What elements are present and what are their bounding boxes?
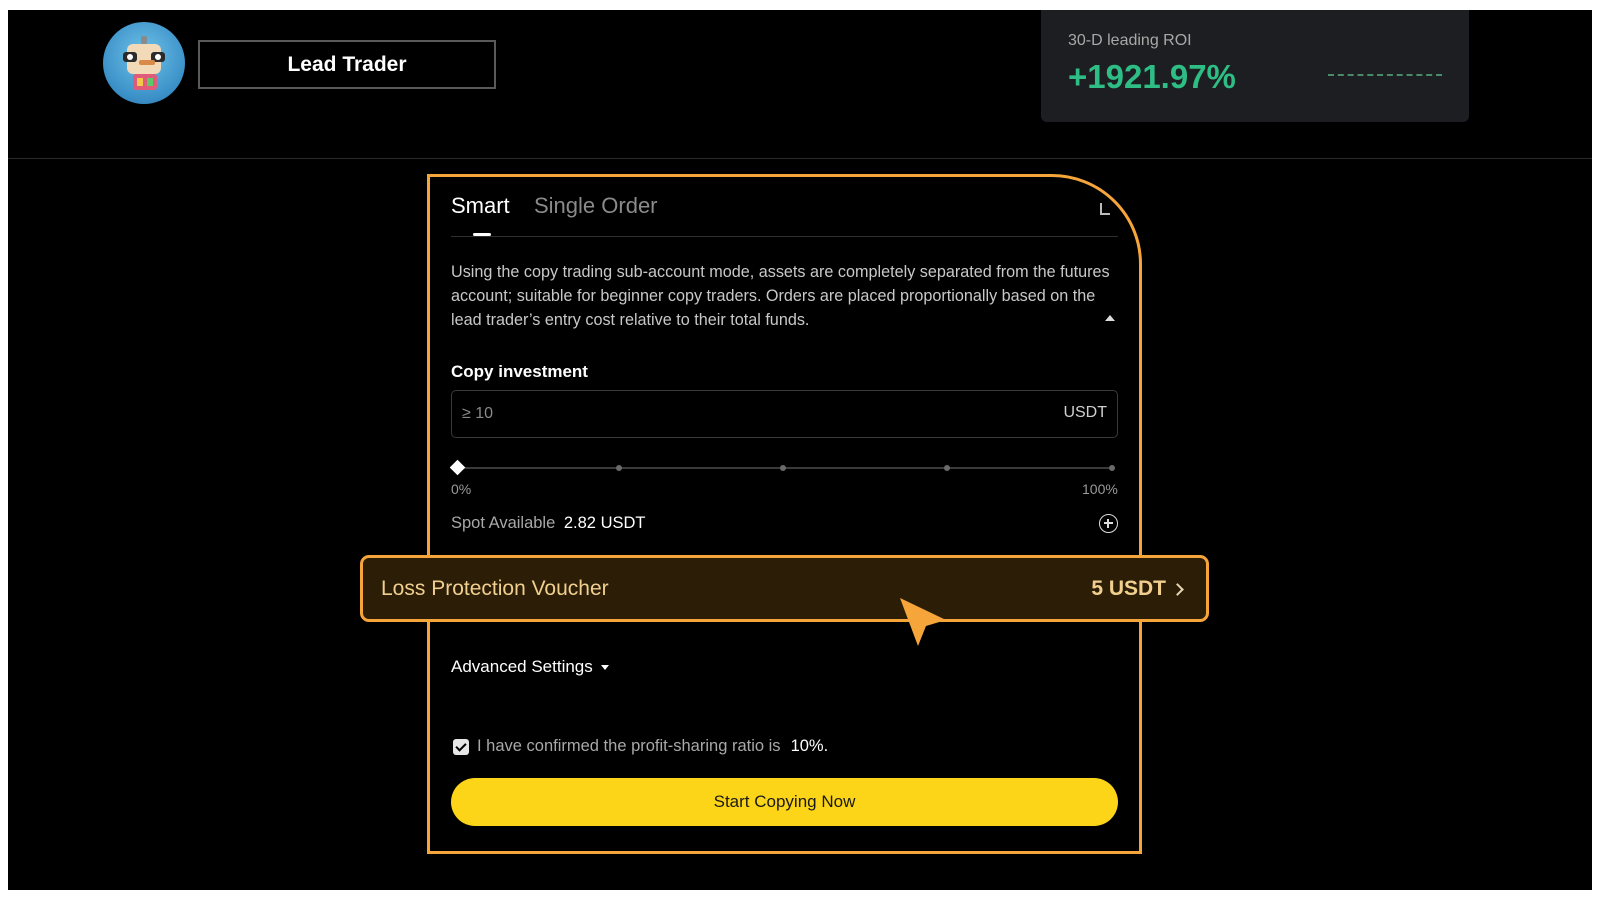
slider-step-25[interactable]	[616, 465, 622, 471]
trader-header: Lead Trader 30-D leading ROI +1921.97%	[8, 10, 1592, 160]
copy-investment-field: USDT	[451, 390, 1118, 438]
investment-slider[interactable]	[449, 458, 1118, 478]
advanced-settings-label: Advanced Settings	[451, 657, 593, 676]
spot-available-label: Spot Available	[451, 514, 556, 532]
roi-label: 30-D leading ROI	[1068, 32, 1192, 49]
caret-down-icon	[600, 665, 609, 671]
slider-step-75[interactable]	[944, 465, 950, 471]
chevron-right-icon	[1171, 583, 1184, 596]
app-frame: Lead Trader 30-D leading ROI +1921.97% S…	[8, 10, 1592, 890]
tab-smart[interactable]: Smart	[451, 193, 510, 219]
slider-step-100[interactable]	[1109, 465, 1115, 471]
profit-sharing-confirm-row: I have confirmed the profit-sharing rati…	[453, 737, 828, 756]
plus-circle-icon[interactable]	[1099, 514, 1118, 533]
loss-protection-voucher[interactable]: Loss Protection Voucher 5 USDT	[360, 555, 1209, 622]
trader-avatar[interactable]	[103, 22, 185, 104]
roi-sparkline	[1328, 74, 1442, 76]
slider-step-50[interactable]	[780, 465, 786, 471]
slider-min-label: 0%	[451, 481, 472, 497]
profit-sharing-checkbox[interactable]	[453, 738, 469, 755]
start-copying-button[interactable]: Start Copying Now	[451, 778, 1118, 826]
investment-unit: USDT	[1063, 404, 1107, 421]
confirm-text: I have confirmed the profit-sharing rati…	[477, 737, 781, 755]
corner-bracket-icon[interactable]	[1100, 203, 1110, 215]
copy-mode-tabs: Smart Single Order	[451, 193, 1118, 237]
spot-available-row: Spot Available 2.82 USDT	[451, 514, 1118, 538]
lead-trader-title: Lead Trader	[198, 40, 496, 89]
profit-sharing-ratio: 10%.	[790, 737, 829, 755]
slider-max-label: 100%	[1082, 481, 1118, 497]
active-tab-indicator	[473, 233, 491, 236]
copy-investment-input[interactable]	[452, 391, 1032, 437]
mode-description: Using the copy trading sub-account mode,…	[451, 263, 1110, 329]
roi-value: +1921.97%	[1068, 58, 1236, 95]
header-divider	[8, 158, 1592, 159]
voucher-label: Loss Protection Voucher	[381, 577, 609, 600]
tab-single-order[interactable]: Single Order	[534, 193, 658, 219]
slider-handle[interactable]	[449, 459, 466, 476]
advanced-settings-toggle[interactable]: Advanced Settings	[451, 657, 609, 677]
copy-settings-panel: Smart Single Order Using the copy tradin…	[427, 174, 1142, 854]
pointer-arrow-icon	[900, 598, 946, 646]
robot-avatar-icon	[123, 36, 165, 90]
voucher-value: 5 USDT	[1091, 577, 1166, 600]
copy-investment-label: Copy investment	[451, 362, 588, 381]
caret-up-icon[interactable]	[1105, 315, 1115, 321]
roi-card: 30-D leading ROI +1921.97%	[1041, 10, 1469, 122]
spot-available-value: 2.82 USDT	[563, 514, 646, 532]
